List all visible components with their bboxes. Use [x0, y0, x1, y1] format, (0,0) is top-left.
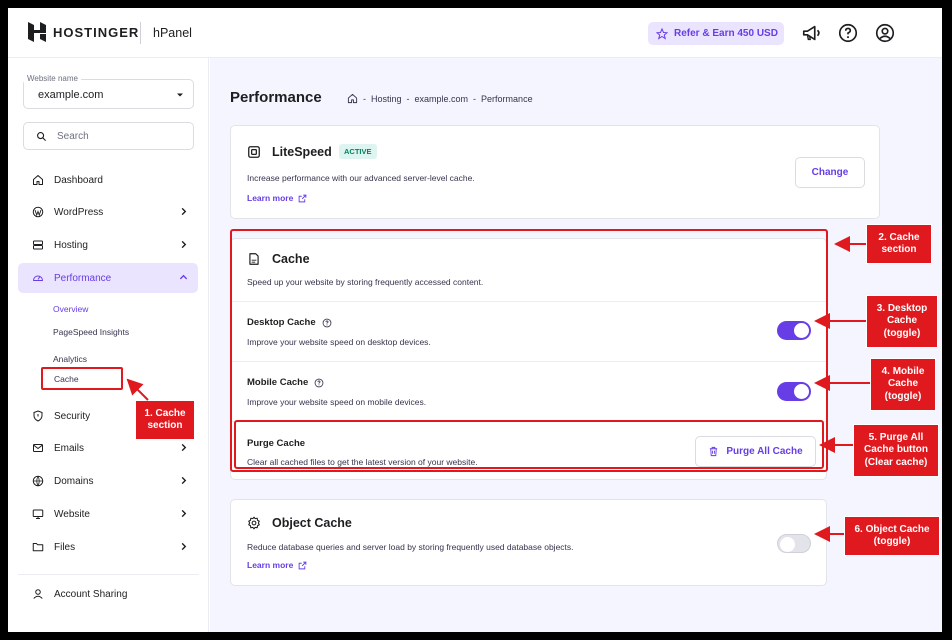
callout-desktop-cache: 3. Desktop Cache (toggle) [866, 295, 938, 348]
breadcrumb-separator: - [473, 93, 477, 104]
globe-icon [32, 475, 44, 487]
sidebar-item-hosting[interactable]: Hosting [18, 230, 198, 260]
object-cache-card: Object Cache Reduce database queries and… [230, 499, 827, 586]
shield-icon [33, 410, 43, 422]
sidebar-item-label: Emails [54, 442, 85, 454]
change-button-label: Change [811, 167, 849, 178]
change-button[interactable]: Change [795, 157, 865, 188]
callout-object-cache: 6. Object Cache (toggle) [844, 516, 940, 556]
chevron-right-icon [181, 509, 187, 518]
sidebar-item-domains[interactable]: Domains [18, 466, 198, 496]
sidebar-item-label: WordPress [54, 206, 104, 218]
sidebar-subitem-pagespeed[interactable]: PageSpeed Insights [53, 327, 129, 337]
sidebar-subitem-analytics[interactable]: Analytics [53, 354, 87, 364]
external-link-icon [298, 194, 307, 202]
object-cache-learn-more-link[interactable]: Learn more [247, 560, 307, 570]
status-badge: ACTIVE [339, 144, 377, 159]
litespeed-icon [248, 146, 260, 158]
help-icon[interactable] [837, 22, 859, 44]
callout-mobile-cache: 4. Mobile Cache (toggle) [870, 358, 936, 411]
sidebar-item-label: Performance [54, 272, 112, 284]
object-cache-toggle[interactable] [777, 534, 811, 553]
sidebar-item-label: Security [54, 410, 91, 422]
chevron-right-icon [181, 476, 187, 485]
megaphone-icon[interactable] [801, 22, 823, 44]
hostinger-logo-icon[interactable] [28, 22, 46, 42]
object-cache-description: Reduce database queries and server load … [247, 542, 574, 552]
litespeed-title: LiteSpeed [272, 145, 332, 159]
sidebar-subitem-overview[interactable]: Overview [53, 304, 88, 314]
sidebar-item-label: Hosting [54, 239, 88, 251]
sidebar-item-label: Files [54, 541, 76, 553]
folder-icon [32, 543, 44, 552]
breadcrumb-item: Performance [481, 93, 533, 104]
object-cache-title: Object Cache [272, 516, 352, 530]
toggle-knob [780, 537, 795, 552]
breadcrumb: - Hosting - example.com - Performance [347, 93, 533, 104]
sidebar-item-wordpress[interactable]: WordPress [18, 197, 198, 227]
gear-icon [248, 516, 260, 530]
panel-name: hPanel [153, 26, 192, 40]
chevron-down-icon [177, 93, 183, 97]
monitor-icon [32, 509, 44, 519]
sidebar-item-files[interactable]: Files [18, 532, 198, 562]
chevron-up-icon [179, 274, 188, 280]
external-link-icon [298, 561, 307, 569]
sidebar-subitem-label: Cache [54, 374, 79, 384]
search-icon [37, 132, 47, 142]
wordpress-icon [32, 206, 44, 218]
sidebar-item-performance[interactable]: Performance [18, 263, 198, 293]
sidebar-item-label: Dashboard [54, 174, 103, 186]
sidebar-item-label: Account Sharing [54, 588, 128, 600]
sidebar-item-label: Website [54, 508, 90, 520]
brand-separator [140, 22, 141, 44]
breadcrumb-item[interactable]: Hosting [371, 94, 402, 104]
learn-more-label: Learn more [247, 560, 294, 570]
chevron-right-icon [181, 240, 187, 249]
top-bar: HOSTINGER hPanel Refer & Earn 450 USD [8, 8, 942, 58]
sidebar-item-label: Domains [54, 475, 94, 487]
user-icon [33, 589, 43, 599]
chevron-right-icon [181, 443, 187, 452]
sidebar-item-account-sharing[interactable]: Account Sharing [18, 579, 198, 609]
breadcrumb-separator: - [406, 93, 410, 104]
chevron-right-icon [181, 207, 187, 216]
breadcrumb-separator: - [363, 93, 366, 104]
website-select[interactable]: example.com [23, 79, 194, 109]
callout-cache-sidebar: 1. Cache section [135, 400, 195, 440]
learn-more-label: Learn more [247, 193, 294, 203]
sidebar-item-website[interactable]: Website [18, 499, 198, 529]
chevron-right-icon [181, 542, 187, 551]
sidebar-subitem-cache[interactable]: Cache [41, 367, 123, 390]
refer-earn-button[interactable]: Refer & Earn 450 USD [648, 22, 784, 45]
breadcrumb-item[interactable]: example.com [415, 94, 469, 104]
mail-icon [33, 444, 43, 452]
sidebar-divider [18, 574, 199, 575]
refer-earn-label: Refer & Earn 450 USD [674, 28, 778, 39]
search-input[interactable]: Search [23, 122, 194, 150]
purge-cache-highlight [234, 420, 824, 469]
page-title: Performance [230, 89, 322, 106]
home-icon [33, 175, 43, 185]
litespeed-description: Increase performance with our advanced s… [247, 173, 475, 183]
server-icon [33, 240, 43, 250]
home-icon[interactable] [347, 93, 358, 104]
sidebar: Website name example.com Search Dashboar… [8, 58, 209, 632]
callout-cache-section: 2. Cache section [866, 224, 932, 264]
callout-purge-cache: 5. Purge All Cache button (Clear cache) [853, 424, 939, 477]
litespeed-card: LiteSpeed ACTIVE Increase performance wi… [230, 125, 880, 219]
search-placeholder: Search [57, 131, 89, 142]
brand-name: HOSTINGER [53, 25, 140, 40]
sidebar-item-dashboard[interactable]: Dashboard [18, 165, 198, 195]
litespeed-learn-more-link[interactable]: Learn more [247, 193, 307, 203]
star-icon [656, 27, 668, 40]
speedometer-icon [33, 275, 43, 281]
website-select-value: example.com [38, 89, 104, 101]
website-name-label: Website name [24, 74, 81, 83]
account-icon[interactable] [874, 22, 896, 44]
app-frame: HOSTINGER hPanel Refer & Earn 450 USD We… [8, 8, 942, 632]
